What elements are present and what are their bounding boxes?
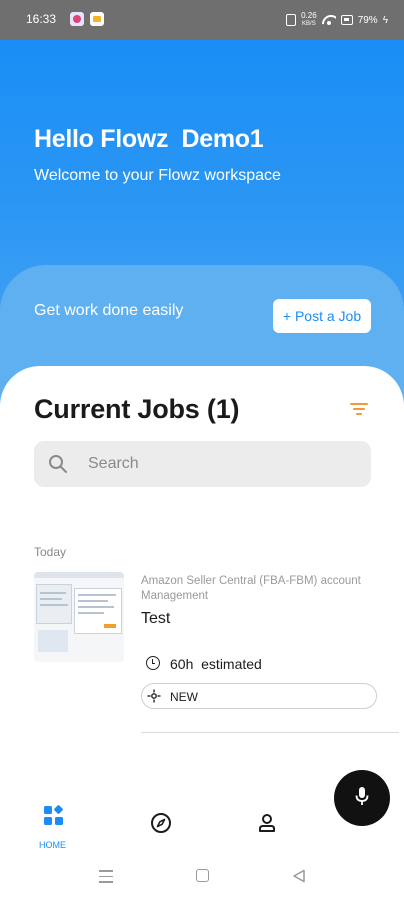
search-input[interactable]	[88, 441, 358, 487]
battery-level: 79%	[357, 14, 378, 26]
microphone-icon	[355, 787, 369, 805]
job-thumbnail	[34, 572, 124, 662]
status-text: NEW	[170, 690, 198, 704]
notification-app-icon	[70, 12, 84, 26]
network-speed-value: 0.26	[301, 11, 317, 20]
job-card[interactable]: Amazon Seller Central (FBA-FBM) account …	[34, 568, 404, 736]
home-grid-icon	[44, 804, 64, 826]
screen-record-icon	[340, 15, 353, 25]
current-jobs-title: Current Jobs (1)	[34, 394, 240, 424]
bottom-navigation: HOME	[0, 790, 330, 860]
status-bar: 16:33 0.26 KB/S 79% ϟ	[0, 0, 404, 40]
clock-icon	[146, 656, 160, 670]
sparkle-icon	[147, 689, 161, 703]
back-triangle-icon[interactable]	[292, 869, 306, 883]
post-job-prompt: Get work done easily	[34, 302, 184, 319]
vibrate-icon	[286, 14, 297, 26]
wifi-icon	[322, 15, 336, 25]
status-indicators: 0.26 KB/S 79% ϟ	[286, 12, 388, 28]
nav-home[interactable]: HOME	[34, 802, 74, 852]
compass-icon[interactable]	[150, 812, 172, 834]
network-speed: 0.26 KB/S	[301, 12, 317, 28]
microphone-button[interactable]	[334, 770, 390, 826]
status-badge: NEW	[141, 683, 377, 709]
search-icon	[49, 455, 67, 473]
network-speed-unit: KB/S	[302, 21, 316, 27]
job-title: Test	[141, 610, 171, 627]
charging-icon: ϟ	[382, 14, 388, 26]
filter-icon[interactable]	[350, 403, 368, 417]
welcome-subtitle: Welcome to your Flowz workspace	[34, 167, 281, 184]
home-square-icon[interactable]	[196, 869, 209, 882]
search-bar	[34, 441, 371, 487]
job-estimate: 60h estimated	[170, 656, 262, 672]
nav-home-label: HOME	[39, 840, 66, 850]
notification-app-icon-2	[90, 12, 104, 26]
profile-icon[interactable]	[256, 812, 278, 834]
job-divider	[141, 732, 399, 733]
system-navigation-bar	[0, 860, 404, 900]
greeting-title: Hello Flowz Demo1	[34, 125, 264, 153]
recent-apps-icon[interactable]	[99, 870, 113, 884]
status-time: 16:33	[26, 12, 57, 26]
post-job-button[interactable]: + Post a Job	[273, 299, 371, 333]
section-date-label: Today	[34, 545, 67, 559]
job-category: Amazon Seller Central (FBA-FBM) account …	[141, 575, 361, 602]
